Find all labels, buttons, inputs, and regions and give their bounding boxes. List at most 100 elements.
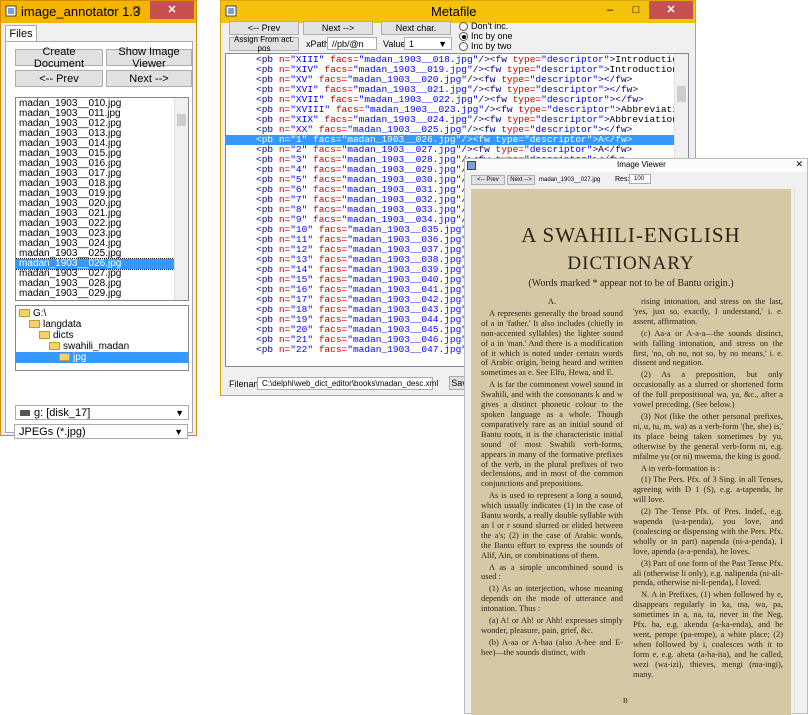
chevron-down-icon: ▼ <box>175 408 184 418</box>
xml-tag: <pb <box>256 344 279 355</box>
metafile-title: Metafile <box>431 4 477 19</box>
minimize-icon[interactable]: – <box>98 1 124 19</box>
radio-icon[interactable] <box>459 32 468 42</box>
annotator-titlebar[interactable]: image_annotator 1.3 – □ ✕ <box>1 1 196 23</box>
viewer-next-button[interactable]: Next --> <box>507 175 535 185</box>
file-list-item[interactable]: madan_1903__029.jpg <box>16 289 188 299</box>
minimize-icon[interactable]: – <box>597 1 623 19</box>
create-document-button[interactable]: Create Document <box>15 46 103 70</box>
xml-attr-value: "madan_1903__047.jpg" <box>347 344 467 355</box>
radio-icon[interactable] <box>459 42 468 52</box>
close-icon[interactable]: ✕ <box>795 159 803 170</box>
close-icon[interactable]: ✕ <box>150 1 194 19</box>
page-paragraph: (1) The Pers. Pfx. of 3 Sing. in all Ten… <box>633 475 783 505</box>
tree-item-label: dicts <box>53 330 74 341</box>
page-column-right: rising intonation, and stress on the las… <box>633 297 783 705</box>
tree-item[interactable]: G:\ <box>16 308 188 319</box>
filename-input[interactable]: C:\delphi\web_dict_editor\books\madan_de… <box>257 377 438 390</box>
viewer-prev-button[interactable]: <-- Prev <box>471 175 505 185</box>
page-paragraph: A. <box>547 297 557 306</box>
xml-attr-value: "22" <box>290 344 314 355</box>
page-paragraph: rising intonation, and stress on the las… <box>633 297 783 326</box>
xml-attr: n= <box>278 344 291 355</box>
file-list[interactable]: madan_1903__010.jpg madan_1903__011.jpg ma… <box>15 97 189 301</box>
xpath-label: xPath <box>306 39 330 49</box>
page-paragraph: A represents generally the broad sound o… <box>481 308 623 378</box>
file-list-scrollbar[interactable] <box>174 98 188 300</box>
increment-radio-option[interactable]: Don't inc. <box>459 21 513 32</box>
page-paragraph: A as a simple uncombined sound is used : <box>481 562 623 582</box>
tab-files[interactable]: Files <box>5 25 37 42</box>
page-paragraph: (3) Part of one form of the Past Tense P… <box>633 558 783 588</box>
tree-item[interactable]: dicts <box>16 330 188 341</box>
filter-value: JPEGs (*.jpg) <box>19 425 86 438</box>
file-list-scroll-thumb[interactable] <box>177 114 186 126</box>
res-input[interactable]: 100 <box>629 174 651 184</box>
folder-tree[interactable]: G:\ langdata dicts swahili_madan jpg <box>15 305 189 371</box>
folder-icon <box>59 353 70 362</box>
tree-item-label: swahili_madan <box>63 341 130 352</box>
increment-radio-option[interactable]: Inc by two <box>459 41 513 52</box>
page-title: A SWAHILI-ENGLISH <box>521 223 741 247</box>
next-button[interactable]: Next --> <box>106 70 192 87</box>
image-viewer-window: Image Viewer ✕ <-- Prev Next --> madan_1… <box>464 158 808 715</box>
close-icon[interactable]: ✕ <box>649 1 693 19</box>
radio-icon[interactable] <box>459 22 468 32</box>
res-label: Res: <box>615 176 630 183</box>
file-type-filter[interactable]: JPEGs (*.jpg) ▼ <box>14 424 188 439</box>
value-label: Value <box>383 39 406 49</box>
chevron-down-icon: ▼ <box>438 39 447 49</box>
radio-label: Inc by two <box>471 41 512 52</box>
viewer-title: Image Viewer <box>617 160 666 169</box>
maximize-icon[interactable]: □ <box>124 1 150 19</box>
drive-select[interactable]: g: [disk_17] ▼ <box>15 405 189 420</box>
app-icon <box>5 5 17 17</box>
increment-radio-option[interactable]: Inc by one <box>459 31 513 42</box>
page-paragraph: A in verb-formation is : <box>641 463 721 473</box>
tree-item-label: G:\ <box>33 308 47 319</box>
tree-item-label: langdata <box>43 319 82 330</box>
value-select[interactable]: 1 ▼ <box>404 37 452 50</box>
assign-from-pos-button[interactable]: Assign From act. pos <box>229 35 299 53</box>
metafile-titlebar[interactable]: Metafile – □ ✕ <box>221 1 695 23</box>
xml-editor-scroll-thumb[interactable] <box>677 86 686 102</box>
xml-attr: facs= <box>313 344 348 355</box>
viewer-scrollbar[interactable] <box>794 189 807 713</box>
scanned-page-image: A SWAHILI-ENGLISH DICTIONARY (Words mark… <box>471 189 791 715</box>
page-paragraph: (2) The Tense Pfx. of Pres. Indef., e.g.… <box>633 507 783 556</box>
viewer-filename: madan_1903__027.jpg <box>539 177 601 183</box>
page-paragraph: A is far the commonest vowel sound in Sw… <box>481 380 623 489</box>
show-image-viewer-button[interactable]: Show Image Viewer <box>106 46 192 70</box>
chevron-down-icon: ▼ <box>174 427 183 437</box>
page-paragraph: (b) A-aa or A-haa (also A-hee and E-hee)… <box>481 637 623 657</box>
page-paragraph: (3) Not (like the other personal prefixe… <box>633 411 783 461</box>
folder-icon <box>29 320 40 329</box>
meta-prev-button[interactable]: <-- Prev <box>229 21 299 35</box>
page-paragraph: (a) A! or Ah! or Ahh! expresses simply w… <box>481 616 623 635</box>
maximize-icon[interactable]: □ <box>623 1 649 19</box>
viewer-titlebar[interactable]: Image Viewer ✕ <box>465 159 807 172</box>
drive-value: g: [disk_17] <box>34 406 91 419</box>
annotator-window: image_annotator 1.3 – □ ✕ Files Create D… <box>0 0 197 436</box>
folder-icon <box>39 331 50 340</box>
page-paragraph: (2) As a preposition, but only occasiona… <box>633 370 783 410</box>
tree-item[interactable]: jpg <box>16 352 188 363</box>
tree-item[interactable]: langdata <box>16 319 188 330</box>
tree-item-label: jpg <box>73 352 87 363</box>
prev-button[interactable]: <-- Prev <box>15 70 103 87</box>
meta-next-button[interactable]: Next --> <box>303 21 373 35</box>
drive-icon <box>20 409 30 416</box>
page-subtitle: DICTIONARY <box>567 253 695 274</box>
page-paragraph: (c) Aa-a or A-a-a—the sounds distinct, w… <box>633 328 783 368</box>
page-footer-letter: B <box>623 697 628 705</box>
next-char-button[interactable]: Next char. <box>381 21 451 35</box>
value-selected: 1 <box>409 38 415 49</box>
radio-label: Inc by one <box>471 31 513 42</box>
folder-icon <box>19 309 30 318</box>
folder-icon <box>49 342 60 351</box>
xpath-input[interactable]: //pb/@n <box>327 37 377 50</box>
page-paragraph: N. A in Prefixes, (1) when followed by e… <box>633 590 783 679</box>
page-note: (Words marked * appear not to be of Bant… <box>528 278 734 289</box>
tree-item[interactable]: swahili_madan <box>16 341 188 352</box>
viewer-app-icon <box>467 161 476 170</box>
